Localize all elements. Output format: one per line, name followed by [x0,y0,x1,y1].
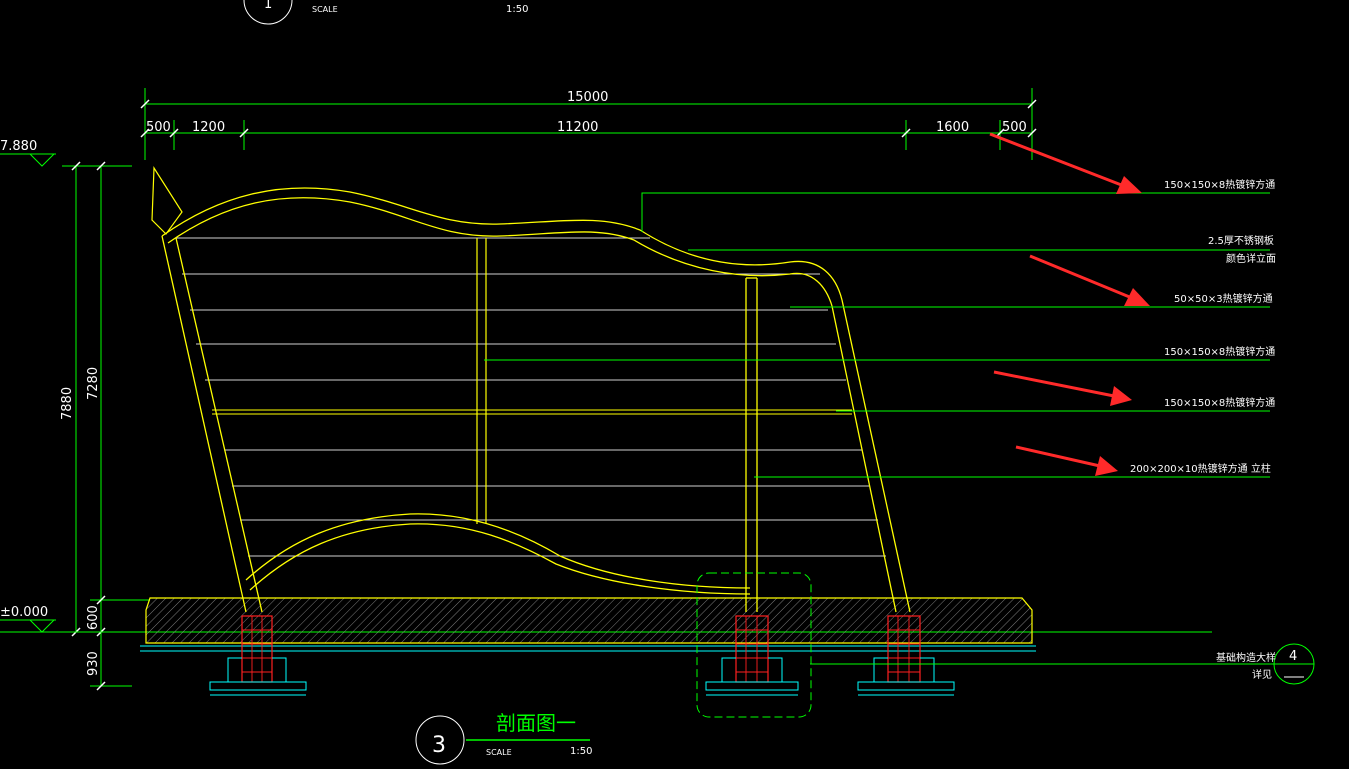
title-scale-value: 1:50 [570,746,592,757]
annotation-6: 150×150×8热镀锌方通 [1164,396,1275,409]
section-title: 剖面图一 [496,711,576,735]
right-vertical-post [745,277,758,612]
arrow-2 [1029,254,1150,306]
leader-lines [484,192,1280,665]
dim-vert-600: 600 [86,605,101,630]
left-slanted-post [161,235,263,613]
dim-vert-930: 930 [86,651,101,676]
annotation-7: 200×200×10热镀锌方通 立柱 [1130,462,1271,475]
top-title-block: 1 SCALE 1:50 [243,0,528,25]
right-slanted-post [831,299,911,613]
annotation-5: 150×150×8热镀锌方通 [1164,345,1275,358]
detail-ref-number: 4 [1289,649,1297,664]
cad-drawing-canvas: 1 SCALE 1:50 15000 500 1200 11200 1600 5… [0,0,1315,765]
top-scale-value: 1:50 [506,4,528,15]
dim-seg-3: 11200 [557,120,598,135]
panel-infill-lines [176,237,886,557]
annotation-2: 2.5厚不锈钢板 [1208,234,1274,247]
arrow-3 [993,370,1132,406]
elevation-top-label: 7.880 [0,139,37,154]
top-wave-rail [161,187,843,307]
dim-seg-4: 1600 [936,120,969,135]
dim-seg-2: 1200 [192,120,225,135]
arrow-1 [989,132,1142,194]
bottom-wave-rail [245,513,751,595]
annotation-3: 颜色详立面 [1226,252,1276,265]
elevation-marker-top: 7.880 [0,139,56,167]
annotation-1: 150×150×8热镀锌方通 [1164,178,1275,191]
vertical-dimensions [60,165,150,687]
arrow-4 [1015,445,1118,476]
red-arrows [989,132,1150,476]
finial-spike [151,166,183,235]
dim-vert-total: 7880 [60,387,75,420]
dim-seg-1: 500 [146,120,171,135]
dim-overall: 15000 [567,90,608,105]
detail-ref-text: 基础构造大样 [1216,651,1276,664]
elevation-ground-label: ±0.000 [0,605,48,620]
paving-slab [140,597,1036,652]
detail-ref-sub: 详见 [1252,668,1272,681]
foundation-middle [696,572,812,718]
title-scale-label: SCALE [486,748,512,757]
elevation-marker-ground: ±0.000 [0,605,56,633]
top-title-number: 1 [264,0,272,12]
bottom-title-block: 3 剖面图一 SCALE 1:50 [415,711,592,765]
top-scale-label: SCALE [312,5,338,14]
mid-horizontal-rail [212,409,852,415]
title-number: 3 [432,733,446,758]
annotation-4: 50×50×3热镀锌方通 [1174,292,1273,305]
dim-vert-upper: 7280 [86,367,101,400]
mid-vertical-post [476,238,487,524]
dim-seg-5: 500 [1002,120,1027,135]
